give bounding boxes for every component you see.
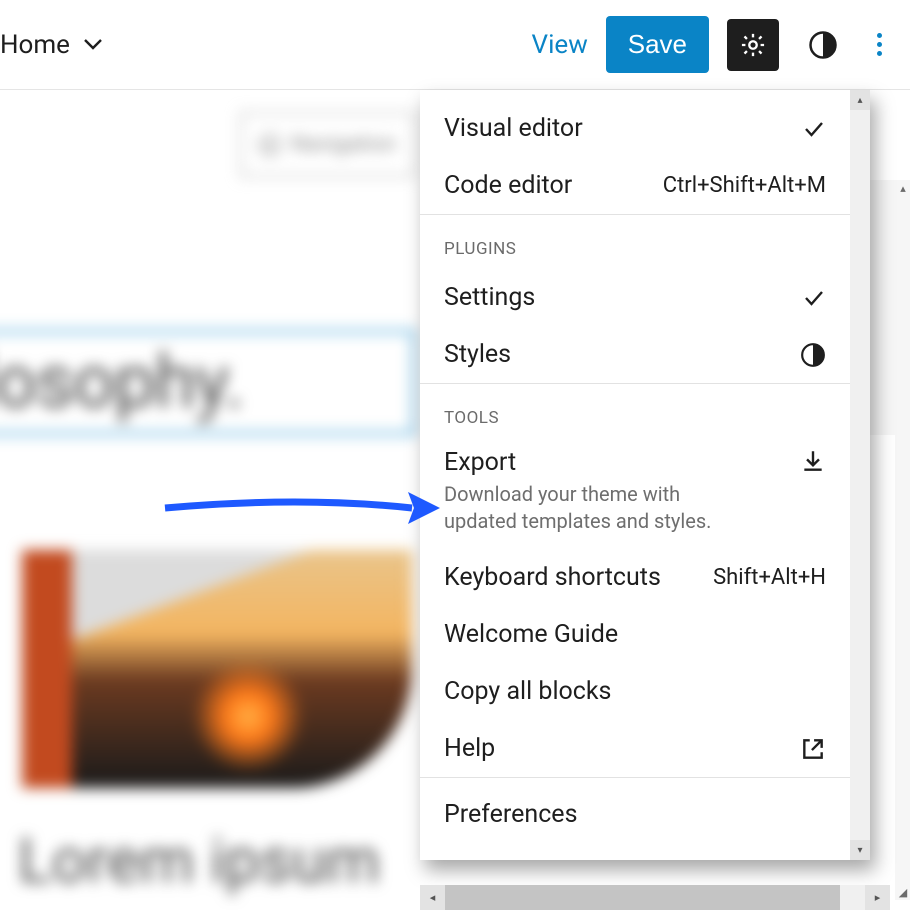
options-menu-button[interactable] <box>867 27 892 62</box>
compass-icon <box>259 134 281 156</box>
menu-item-label: Preferences <box>444 800 577 829</box>
menu-item-label: Settings <box>444 283 535 312</box>
scrollbar-thumb[interactable] <box>445 885 840 910</box>
menu-item-settings[interactable]: Settings <box>420 269 850 326</box>
menu-item-label: Visual editor <box>444 114 583 143</box>
navigation-block-label: Navigation <box>291 132 396 157</box>
image-block[interactable] <box>22 550 412 788</box>
menu-item-preferences[interactable]: Preferences <box>420 778 850 843</box>
scroll-up-icon: ▴ <box>896 182 910 196</box>
view-button[interactable]: View <box>532 30 588 60</box>
kebab-icon <box>877 33 882 56</box>
menu-item-welcome-guide[interactable]: Welcome Guide <box>420 606 850 663</box>
menu-item-label: Keyboard shortcuts <box>444 563 661 592</box>
menu-item-label: Copy all blocks <box>444 677 611 706</box>
horizontal-scrollbar[interactable]: ◂ ▸ <box>420 885 890 910</box>
section-header-plugins: PLUGINS <box>420 215 850 269</box>
menu-item-label: Help <box>444 734 495 763</box>
menu-item-code-editor[interactable]: Code editor Ctrl+Shift+Alt+M <box>420 157 850 214</box>
external-link-icon <box>800 736 826 762</box>
menu-item-keyboard-shortcuts[interactable]: Keyboard shortcuts Shift+Alt+H <box>420 549 850 606</box>
menu-item-label: Code editor <box>444 171 572 200</box>
menu-item-shortcut: Ctrl+Shift+Alt+M <box>663 173 826 198</box>
topbar-actions: View Save <box>532 16 892 73</box>
settings-button[interactable] <box>727 19 779 71</box>
save-button[interactable]: Save <box>606 16 709 73</box>
paragraph-block[interactable]: Lorem ipsum <box>18 825 380 898</box>
scroll-left-button[interactable]: ◂ <box>420 885 445 910</box>
contrast-icon <box>808 30 838 60</box>
menu-item-visual-editor[interactable]: Visual editor <box>420 100 850 157</box>
sidebar-bg-2 <box>895 410 910 900</box>
menu-item-label: Welcome Guide <box>444 620 618 649</box>
menu-item-shortcut: Shift+Alt+H <box>713 565 826 590</box>
menu-item-export[interactable]: Export Download your theme with updated … <box>420 438 850 549</box>
scroll-up-button[interactable]: ▴ <box>850 90 870 110</box>
scrollbar-track[interactable] <box>445 885 865 910</box>
styles-button[interactable] <box>797 19 849 71</box>
gear-icon <box>739 31 767 59</box>
scroll-right-button[interactable]: ▸ <box>865 885 890 910</box>
home-button[interactable]: Home <box>0 30 102 60</box>
scroll-down-button[interactable]: ▾ <box>850 840 870 860</box>
check-icon <box>802 286 826 310</box>
menu-item-copy-all-blocks[interactable]: Copy all blocks <box>420 663 850 720</box>
scrollbar-track[interactable] <box>850 110 870 840</box>
menu-item-label: Styles <box>444 340 511 369</box>
chevron-down-icon <box>84 39 102 51</box>
resize-corner-icon: ◢ <box>896 886 910 900</box>
check-icon <box>802 117 826 141</box>
menu-item-styles[interactable]: Styles <box>420 326 850 383</box>
navigation-block[interactable]: Navigation <box>240 112 415 177</box>
home-label: Home <box>0 30 70 60</box>
section-header-tools: TOOLS <box>420 384 850 438</box>
menu-item-label: Export <box>444 448 744 477</box>
options-popover: EDITOR Visual editor Code editor Ctrl+Sh… <box>420 90 870 860</box>
popover-content: EDITOR Visual editor Code editor Ctrl+Sh… <box>420 90 850 860</box>
download-icon <box>800 448 826 474</box>
image-wing-shape <box>22 550 312 670</box>
sidebar-bg <box>870 180 910 435</box>
contrast-icon <box>800 342 826 368</box>
top-toolbar: Home View Save <box>0 0 910 90</box>
heading-text: hilosophy. <box>0 339 243 426</box>
section-header-editor: EDITOR <box>420 90 850 100</box>
menu-item-help[interactable]: Help <box>420 720 850 777</box>
image-frame-shape <box>22 550 112 788</box>
heading-block[interactable]: hilosophy. <box>0 330 415 435</box>
menu-item-description: Download your theme with updated templat… <box>444 481 744 535</box>
vertical-scrollbar[interactable]: ▴ ▾ <box>850 90 870 860</box>
